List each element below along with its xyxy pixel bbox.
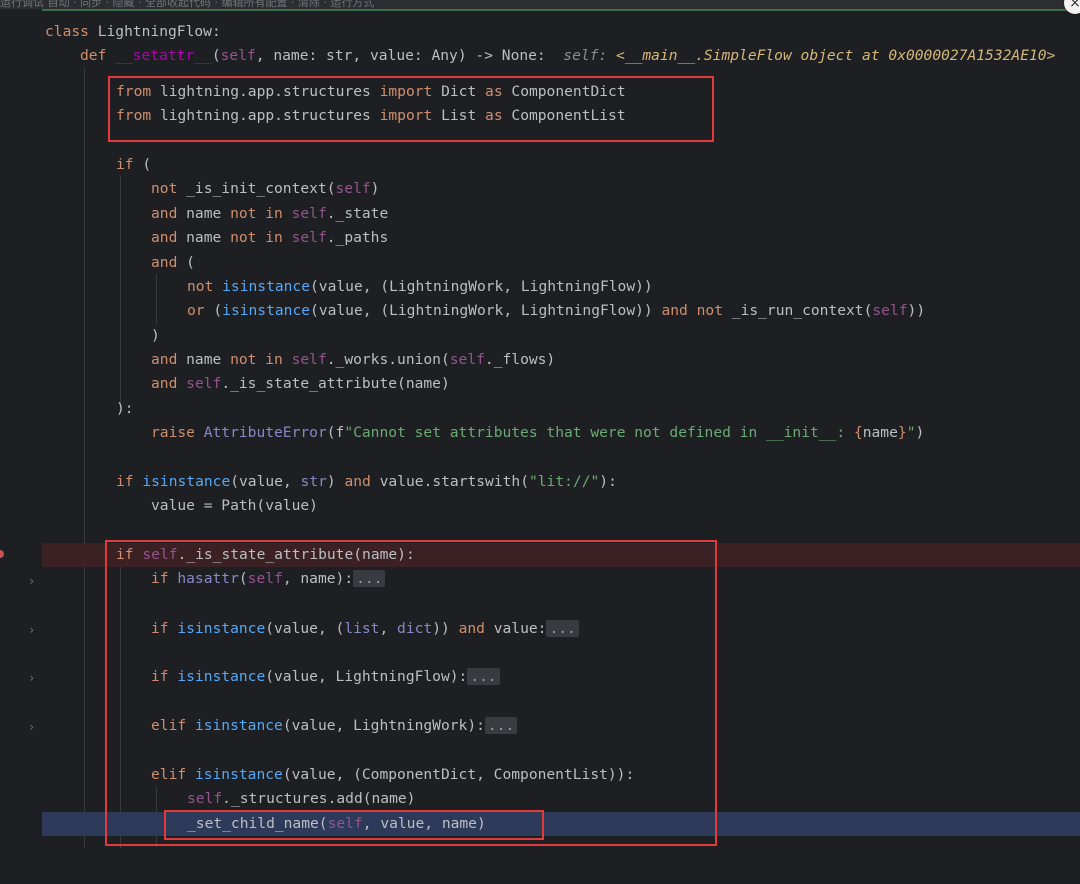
- code-text: (value,: [230, 473, 301, 490]
- code-text: {: [853, 424, 863, 441]
- string-literal: "lit://": [528, 473, 600, 490]
- code-text: (: [177, 254, 195, 271]
- code-text: (value, (LightningWork, LightningFlow)): [310, 302, 662, 319]
- keyword: not in: [230, 351, 283, 368]
- self-token: self: [291, 229, 327, 246]
- code-line: not _is_init_context(self): [0, 177, 1080, 201]
- code-text: ._is_state_attribute(name): [221, 375, 450, 392]
- keyword: and: [344, 473, 371, 490]
- code-text: ._flows): [484, 351, 556, 368]
- self-token: self: [291, 351, 327, 368]
- class-name: LightningFlow:: [97, 23, 221, 40]
- builtin: str: [300, 473, 327, 490]
- keyword: and not: [661, 302, 723, 319]
- debug-hint-label: self:: [563, 47, 608, 64]
- string-literal: "Cannot set attributes that were not def…: [344, 424, 854, 441]
- function-name: __setattr__: [115, 47, 212, 64]
- code-text: ): [151, 327, 160, 344]
- code-text: )): [907, 302, 926, 319]
- code-text: ._paths: [326, 229, 389, 246]
- keyword: not in: [230, 229, 283, 246]
- keyword: and: [151, 375, 178, 392]
- code-text: }: [897, 424, 907, 441]
- keyword: not: [151, 180, 178, 197]
- code-line: or (isinstance(value, (LightningWork, Li…: [0, 299, 1080, 323]
- code-text: ):: [116, 400, 134, 417]
- keyword: class: [45, 23, 89, 40]
- self-token: self: [291, 205, 327, 222]
- code-text: (f: [326, 424, 345, 441]
- code-text: (: [133, 156, 152, 173]
- code-text: , name: str, value: Any) -> None:: [255, 47, 546, 64]
- code-text: name: [862, 424, 898, 441]
- keyword: raise: [151, 424, 195, 441]
- code-text: ): [915, 424, 925, 441]
- code-line: if isinstance(value, str) and value.star…: [0, 470, 1080, 494]
- code-text: (value, (LightningWork, LightningFlow)): [310, 278, 653, 295]
- self-token: self: [220, 47, 256, 64]
- window-toolbar: 运行调试 自动 · 同步 · 隐藏 · 全部收起代码 · 编辑所有配置 · 清除…: [0, 0, 1080, 11]
- self-token: self: [335, 180, 371, 197]
- code-text: _is_run_context(: [723, 302, 873, 319]
- keyword: if: [116, 156, 134, 173]
- code-text: _is_init_context(: [177, 180, 336, 197]
- code-text: name: [177, 351, 231, 368]
- code-line: def __setattr__(self, name: str, value: …: [0, 44, 1080, 68]
- code-line: if (: [0, 153, 1080, 177]
- code-text: ): [370, 180, 380, 197]
- code-line: and name not in self._state: [0, 202, 1080, 226]
- keyword: and: [151, 254, 178, 271]
- builtin: AttributeError: [203, 424, 327, 441]
- function-call: isinstance: [133, 473, 231, 490]
- code-text: ):: [599, 473, 617, 490]
- code-text: ): [326, 473, 345, 490]
- code-text: value = Path(value): [151, 497, 318, 514]
- function-call: isinstance: [222, 302, 311, 319]
- code-line: and name not in self._works.union(self._…: [0, 348, 1080, 372]
- keyword: and: [151, 229, 178, 246]
- code-text: name: [177, 229, 231, 246]
- code-line: and self._is_state_attribute(name): [0, 372, 1080, 396]
- keyword: not: [187, 278, 214, 295]
- self-token: self: [872, 302, 908, 319]
- keyword: not in: [230, 205, 283, 222]
- annotation-box-set-child: [164, 810, 544, 840]
- close-icon[interactable]: ×: [1064, 0, 1080, 14]
- code-text: name: [177, 205, 231, 222]
- self-token: self: [449, 351, 485, 368]
- self-token: self: [186, 375, 222, 392]
- code-line: ): [0, 324, 1080, 348]
- keyword: def: [80, 47, 107, 64]
- annotation-box-state-attribute: [105, 540, 717, 846]
- keyword: if: [116, 473, 134, 490]
- code-line: class LightningFlow:: [0, 20, 1080, 44]
- keyword: and: [151, 351, 178, 368]
- code-text: ._works.union(: [326, 351, 450, 368]
- code-text: value.startswith(: [370, 473, 529, 490]
- keyword: and: [151, 205, 178, 222]
- annotation-box-imports: [108, 76, 714, 142]
- toolbar-text: 运行调试 自动 · 同步 · 隐藏 · 全部收起代码 · 编辑所有配置 · 清除…: [0, 0, 375, 9]
- code-line: ):: [0, 397, 1080, 421]
- debug-hint-value: <__main__.SimpleFlow object at 0x0000027…: [616, 47, 1056, 64]
- function-call: isinstance: [213, 278, 311, 295]
- code-text: ._state: [326, 205, 389, 222]
- code-text: (: [211, 47, 221, 64]
- code-line: not isinstance(value, (LightningWork, Li…: [0, 275, 1080, 299]
- code-line: raise AttributeError(f"Cannot set attrib…: [0, 421, 1080, 445]
- code-line: value = Path(value): [0, 494, 1080, 518]
- code-line: and (: [0, 251, 1080, 275]
- code-line: and name not in self._paths: [0, 226, 1080, 250]
- keyword: or: [187, 302, 205, 319]
- code-text: (: [204, 302, 223, 319]
